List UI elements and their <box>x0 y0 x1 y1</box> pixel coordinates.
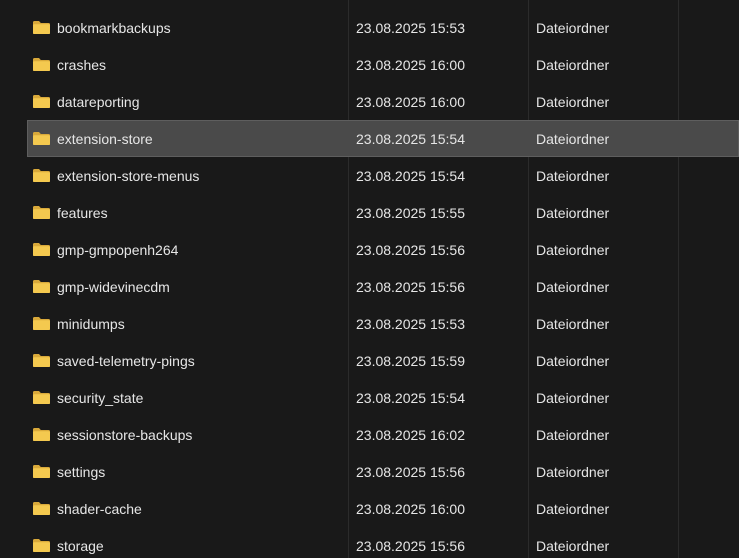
modified-date: 23.08.2025 16:02 <box>356 426 465 443</box>
item-type: Dateiordner <box>536 537 610 554</box>
modified-date: 23.08.2025 15:56 <box>356 537 465 554</box>
item-type: Dateiordner <box>536 241 610 258</box>
folder-row[interactable]: storage 23.08.2025 15:56 Dateiordner <box>0 527 739 558</box>
folder-name-cell[interactable]: extension-store <box>32 120 153 157</box>
folder-name-cell[interactable]: crashes <box>32 46 106 83</box>
folder-icon <box>33 317 50 330</box>
folder-name-cell[interactable]: bookmarkbackups <box>32 9 171 46</box>
item-type: Dateiordner <box>536 500 610 517</box>
item-type: Dateiordner <box>536 278 610 295</box>
item-type: Dateiordner <box>536 19 610 36</box>
folder-row[interactable]: features 23.08.2025 15:55 Dateiordner <box>0 194 739 231</box>
item-type: Dateiordner <box>536 352 610 369</box>
folder-name-cell[interactable]: datareporting <box>32 83 140 120</box>
folder-icon <box>33 539 50 552</box>
folder-icon <box>33 21 50 34</box>
folder-row[interactable]: saved-telemetry-pings 23.08.2025 15:59 Dat… <box>0 342 739 379</box>
item-type: Dateiordner <box>536 130 610 147</box>
folder-name-cell[interactable]: features <box>32 194 108 231</box>
folder-name: security_state <box>57 389 144 406</box>
folder-name: saved-telemetry-pings <box>57 352 195 369</box>
file-rows: bookmarkbackups 23.08.2025 15:53 Dateiordn… <box>0 9 739 558</box>
folder-icon <box>33 132 50 145</box>
folder-row[interactable]: minidumps 23.08.2025 15:53 Dateiordner <box>0 305 739 342</box>
file-list-view: bookmarkbackups 23.08.2025 15:53 Dateiordn… <box>0 0 739 558</box>
modified-date: 23.08.2025 15:54 <box>356 389 465 406</box>
folder-row[interactable]: extension-store 23.08.2025 15:54 Dateiordn… <box>0 120 739 157</box>
folder-row[interactable]: shader-cache 23.08.2025 16:00 Dateiordner <box>0 490 739 527</box>
folder-name: crashes <box>57 56 107 73</box>
folder-row[interactable]: bookmarkbackups 23.08.2025 15:53 Dateiordn… <box>0 9 739 46</box>
modified-date: 23.08.2025 16:00 <box>356 500 465 517</box>
folder-row[interactable]: gmp-gmpopenh264 23.08.2025 15:56 Dateiordn… <box>0 231 739 268</box>
folder-name: gmp-gmpopenh264 <box>57 241 179 258</box>
folder-name-cell[interactable]: storage <box>32 527 104 558</box>
folder-icon <box>33 58 50 71</box>
folder-name-cell[interactable]: extension-store-menus <box>32 157 199 194</box>
folder-name-cell[interactable]: security_state <box>32 379 143 416</box>
folder-icon <box>33 243 50 256</box>
folder-icon <box>33 280 50 293</box>
folder-name: datareporting <box>57 93 140 110</box>
item-type: Dateiordner <box>536 204 610 221</box>
folder-name-cell[interactable]: sessionstore-backups <box>32 416 192 453</box>
folder-name: gmp-widevinecdm <box>57 278 170 295</box>
modified-date: 23.08.2025 15:54 <box>356 167 465 184</box>
item-type: Dateiordner <box>536 463 610 480</box>
folder-name-cell[interactable]: minidumps <box>32 305 125 342</box>
folder-icon <box>33 95 50 108</box>
modified-date: 23.08.2025 15:56 <box>356 241 465 258</box>
folder-name-cell[interactable]: gmp-gmpopenh264 <box>32 231 178 268</box>
folder-icon <box>33 391 50 404</box>
folder-icon <box>33 502 50 515</box>
modified-date: 23.08.2025 15:53 <box>356 315 465 332</box>
folder-name-cell[interactable]: saved-telemetry-pings <box>32 342 195 379</box>
folder-row[interactable]: sessionstore-backups 23.08.2025 16:02 Date… <box>0 416 739 453</box>
modified-date: 23.08.2025 15:54 <box>356 130 465 147</box>
modified-date: 23.08.2025 15:53 <box>356 19 465 36</box>
item-type: Dateiordner <box>536 56 610 73</box>
item-type: Dateiordner <box>536 315 610 332</box>
modified-date: 23.08.2025 15:56 <box>356 278 465 295</box>
modified-date: 23.08.2025 15:56 <box>356 463 465 480</box>
folder-icon <box>33 354 50 367</box>
folder-name: sessionstore-backups <box>57 426 193 443</box>
folder-row[interactable]: security_state 23.08.2025 15:54 Dateiordne… <box>0 379 739 416</box>
folder-icon <box>33 206 50 219</box>
folder-name: extension-store-menus <box>57 167 200 184</box>
folder-row[interactable]: settings 23.08.2025 15:56 Dateiordner <box>0 453 739 490</box>
folder-name-cell[interactable]: settings <box>32 453 105 490</box>
folder-name: storage <box>57 537 104 554</box>
folder-name: extension-store <box>57 130 153 147</box>
modified-date: 23.08.2025 16:00 <box>356 93 465 110</box>
folder-name: features <box>57 204 108 221</box>
folder-icon <box>33 169 50 182</box>
modified-date: 23.08.2025 16:00 <box>356 56 465 73</box>
folder-row[interactable]: extension-store-menus 23.08.2025 15:54 Dat… <box>0 157 739 194</box>
folder-icon <box>33 428 50 441</box>
folder-name: settings <box>57 463 106 480</box>
folder-row[interactable]: crashes 23.08.2025 16:00 Dateiordner <box>0 46 739 83</box>
modified-date: 23.08.2025 15:55 <box>356 204 465 221</box>
folder-name-cell[interactable]: gmp-widevinecdm <box>32 268 170 305</box>
folder-icon <box>33 465 50 478</box>
item-type: Dateiordner <box>536 167 610 184</box>
modified-date: 23.08.2025 15:59 <box>356 352 465 369</box>
folder-name: shader-cache <box>57 500 142 517</box>
item-type: Dateiordner <box>536 93 610 110</box>
folder-name: bookmarkbackups <box>57 19 171 36</box>
folder-row[interactable]: gmp-widevinecdm 23.08.2025 15:56 Dateiordn… <box>0 268 739 305</box>
item-type: Dateiordner <box>536 389 610 406</box>
folder-name: minidumps <box>57 315 125 332</box>
folder-row[interactable]: datareporting 23.08.2025 16:00 Dateiordner <box>0 83 739 120</box>
folder-name-cell[interactable]: shader-cache <box>32 490 142 527</box>
item-type: Dateiordner <box>536 426 610 443</box>
